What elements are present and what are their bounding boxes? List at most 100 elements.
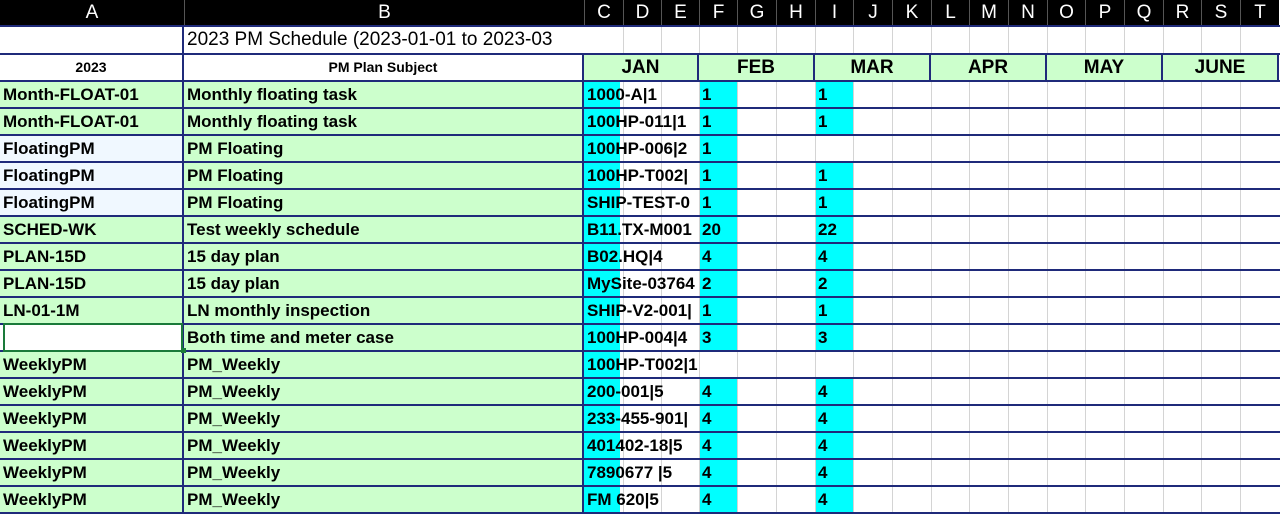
subject-cell[interactable]: PM Floating: [184, 189, 584, 216]
column-header-j[interactable]: J: [853, 0, 892, 26]
mar-count[interactable]: 1: [815, 189, 853, 216]
feb-count[interactable]: 4: [699, 486, 737, 513]
subject-cell[interactable]: Test weekly schedule: [184, 216, 584, 243]
code-cell[interactable]: Month-FLOAT-01: [0, 81, 184, 108]
feb-count[interactable]: 4: [699, 432, 737, 459]
code-cell[interactable]: FloatingPM: [0, 162, 184, 189]
code-cell[interactable]: PLAN-15D: [0, 270, 184, 297]
mar-count[interactable]: 4: [815, 243, 853, 270]
month-header-apr[interactable]: APR: [931, 54, 1047, 81]
mar-count[interactable]: 4: [815, 405, 853, 432]
feb-count[interactable]: 1: [699, 162, 737, 189]
subject-cell[interactable]: PM Floating: [184, 135, 584, 162]
column-header-c[interactable]: C: [584, 0, 623, 26]
asset-cell[interactable]: 100HP-004|4: [584, 324, 699, 351]
asset-cell[interactable]: 7890677 |5: [584, 459, 699, 486]
column-header-r[interactable]: R: [1163, 0, 1201, 26]
column-header-f[interactable]: F: [699, 0, 737, 26]
sheet-title[interactable]: 2023 PM Schedule (2023-01-01 to 2023-03: [184, 26, 587, 54]
asset-cell[interactable]: 100HP-T002|: [584, 162, 699, 189]
mar-count[interactable]: 2: [815, 270, 853, 297]
code-cell[interactable]: WeeklyPM: [0, 351, 184, 378]
spreadsheet[interactable]: ABCDEFGHIJKLMNOPQRST 2023 PM Schedule (2…: [0, 0, 1280, 514]
column-header-a[interactable]: A: [0, 0, 184, 26]
asset-cell[interactable]: 401402-18|5: [584, 432, 699, 459]
code-cell[interactable]: SCHED-WK: [0, 216, 184, 243]
column-header-g[interactable]: G: [737, 0, 776, 26]
subject-cell[interactable]: 15 day plan: [184, 270, 584, 297]
column-header-o[interactable]: O: [1047, 0, 1085, 26]
mar-count[interactable]: 4: [815, 486, 853, 513]
mar-count[interactable]: 1: [815, 108, 853, 135]
cell-a1[interactable]: [0, 26, 184, 54]
mar-count[interactable]: 1: [815, 81, 853, 108]
asset-cell[interactable]: B02.HQ|4: [584, 243, 699, 270]
asset-cell[interactable]: MySite-03764: [584, 270, 699, 297]
fill-handle[interactable]: [181, 348, 186, 353]
code-cell[interactable]: WeeklyPM: [0, 405, 184, 432]
column-header-i[interactable]: I: [815, 0, 853, 26]
mar-count[interactable]: 1: [815, 297, 853, 324]
column-header-t[interactable]: T: [1240, 0, 1279, 26]
asset-cell[interactable]: SHIP-V2-001|: [584, 297, 699, 324]
subject-cell[interactable]: 15 day plan: [184, 243, 584, 270]
asset-cell[interactable]: 100HP-T002|1: [584, 351, 699, 378]
feb-count[interactable]: 3: [699, 324, 737, 351]
asset-cell[interactable]: B11.TX-M001: [584, 216, 699, 243]
subject-cell[interactable]: Both time and meter case: [184, 324, 584, 351]
subject-cell[interactable]: Monthly floating task: [184, 108, 584, 135]
feb-count[interactable]: 1: [699, 81, 737, 108]
selected-cell[interactable]: [3, 323, 183, 352]
code-cell[interactable]: Month-FLOAT-01: [0, 108, 184, 135]
subject-cell[interactable]: Monthly floating task: [184, 81, 584, 108]
code-cell[interactable]: WeeklyPM: [0, 378, 184, 405]
asset-cell[interactable]: 1000-A|1: [584, 81, 699, 108]
asset-cell[interactable]: 233-455-901|: [584, 405, 699, 432]
subject-cell[interactable]: PM_Weekly: [184, 459, 584, 486]
column-header-m[interactable]: M: [969, 0, 1008, 26]
subject-cell[interactable]: PM_Weekly: [184, 486, 584, 513]
subject-cell[interactable]: LN monthly inspection: [184, 297, 584, 324]
subject-cell[interactable]: PM_Weekly: [184, 378, 584, 405]
code-cell[interactable]: WeeklyPM: [0, 486, 184, 513]
feb-count[interactable]: 4: [699, 378, 737, 405]
subject-cell[interactable]: PM_Weekly: [184, 351, 584, 378]
feb-count[interactable]: 4: [699, 459, 737, 486]
mar-count[interactable]: 1: [815, 162, 853, 189]
year-header[interactable]: 2023: [0, 54, 184, 81]
asset-cell[interactable]: 200-001|5: [584, 378, 699, 405]
mar-count[interactable]: 4: [815, 378, 853, 405]
feb-count[interactable]: 1: [699, 108, 737, 135]
asset-cell[interactable]: SHIP-TEST-0: [584, 189, 699, 216]
code-cell[interactable]: LN-01-1M: [0, 297, 184, 324]
code-cell[interactable]: FloatingPM: [0, 189, 184, 216]
code-cell[interactable]: PLAN-15D: [0, 243, 184, 270]
month-header-jan[interactable]: JAN: [584, 54, 699, 81]
column-header-q[interactable]: Q: [1124, 0, 1163, 26]
subject-header[interactable]: PM Plan Subject: [184, 54, 584, 81]
feb-count[interactable]: 20: [699, 216, 737, 243]
column-header-n[interactable]: N: [1008, 0, 1047, 26]
mar-count[interactable]: 4: [815, 459, 853, 486]
column-header-d[interactable]: D: [623, 0, 661, 26]
subject-cell[interactable]: PM_Weekly: [184, 432, 584, 459]
column-header-h[interactable]: H: [776, 0, 815, 26]
mar-count[interactable]: 3: [815, 324, 853, 351]
feb-count[interactable]: 4: [699, 405, 737, 432]
feb-count[interactable]: 1: [699, 297, 737, 324]
column-header-s[interactable]: S: [1201, 0, 1240, 26]
asset-cell[interactable]: 100HP-011|1: [584, 108, 699, 135]
feb-count[interactable]: 4: [699, 243, 737, 270]
month-header-mar[interactable]: MAR: [815, 54, 931, 81]
mar-count[interactable]: 22: [815, 216, 853, 243]
month-header-feb[interactable]: FEB: [699, 54, 815, 81]
feb-count[interactable]: 1: [699, 189, 737, 216]
column-header-e[interactable]: E: [661, 0, 699, 26]
column-header-l[interactable]: L: [931, 0, 969, 26]
mar-count[interactable]: 4: [815, 432, 853, 459]
asset-cell[interactable]: FM 620|5: [584, 486, 699, 513]
asset-cell[interactable]: 100HP-006|2: [584, 135, 699, 162]
column-header-k[interactable]: K: [892, 0, 931, 26]
feb-count[interactable]: 2: [699, 270, 737, 297]
code-cell[interactable]: FloatingPM: [0, 135, 184, 162]
